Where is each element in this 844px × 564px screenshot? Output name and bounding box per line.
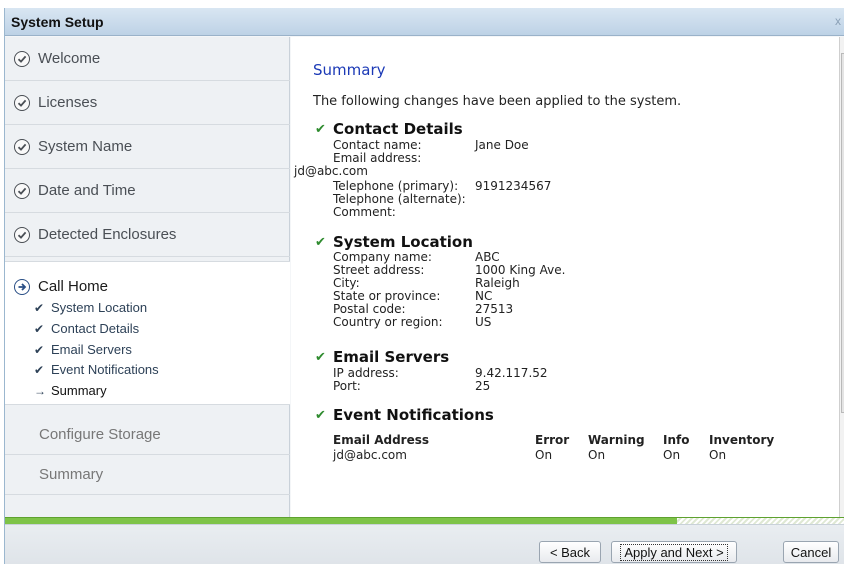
check-icon: ✔ bbox=[34, 362, 45, 377]
step-system-name[interactable]: System Name bbox=[5, 125, 290, 169]
notif-info-cell: On bbox=[663, 448, 681, 462]
check-circle-icon bbox=[14, 182, 30, 199]
step-label: Configure Storage bbox=[39, 426, 161, 443]
country-label: Country or region: bbox=[333, 315, 443, 329]
check-icon: ✔ bbox=[315, 407, 326, 423]
telephone-primary-label: Telephone (primary): bbox=[333, 179, 459, 193]
page-title: Summary bbox=[313, 61, 386, 79]
col-info: Info bbox=[663, 433, 690, 447]
substep-summary[interactable]: → Summary bbox=[34, 383, 107, 398]
apply-and-next-label: Apply and Next > bbox=[620, 543, 728, 561]
section-heading: System Location bbox=[333, 233, 473, 251]
col-inventory: Inventory bbox=[709, 433, 775, 447]
comment-label: Comment: bbox=[333, 205, 396, 219]
call-home-header[interactable]: Call Home bbox=[14, 278, 108, 295]
apply-and-next-button[interactable]: Apply and Next > bbox=[611, 541, 737, 563]
substep-label: Event Notifications bbox=[51, 362, 159, 377]
email-address-value: jd@abc.com bbox=[294, 164, 368, 178]
company-name-label: Company name: bbox=[333, 250, 432, 264]
telephone-primary-value: 9191234567 bbox=[475, 179, 552, 193]
notif-email-cell: jd@abc.com bbox=[333, 448, 407, 462]
check-circle-icon bbox=[14, 94, 30, 111]
step-label: Detected Enclosures bbox=[38, 226, 177, 243]
company-name-value: ABC bbox=[475, 250, 500, 264]
street-address-label: Street address: bbox=[333, 263, 425, 277]
check-icon: ✔ bbox=[34, 342, 45, 357]
col-error: Error bbox=[535, 433, 570, 447]
section-contact-details: ✔ Contact Details bbox=[315, 120, 463, 138]
check-icon: ✔ bbox=[315, 349, 326, 365]
vertical-scrollbar[interactable] bbox=[839, 37, 844, 517]
check-circle-icon bbox=[14, 138, 30, 155]
section-heading: Contact Details bbox=[333, 120, 463, 138]
email-address-label: Email address: bbox=[333, 151, 422, 165]
system-setup-window: System Setup x Welcome Licenses System N… bbox=[4, 8, 844, 564]
wizard-footer: < Back Apply and Next > Cancel bbox=[5, 524, 844, 564]
substep-contact-details[interactable]: ✔ Contact Details bbox=[34, 321, 139, 336]
step-licenses[interactable]: Licenses bbox=[5, 81, 290, 125]
back-button[interactable]: < Back bbox=[539, 541, 601, 563]
postal-code-value: 27513 bbox=[475, 302, 514, 316]
check-icon: ✔ bbox=[34, 321, 45, 336]
progress-bar bbox=[5, 517, 844, 525]
substep-label: Summary bbox=[51, 383, 107, 398]
port-label: Port: bbox=[333, 379, 361, 393]
step-detected-enclosures[interactable]: Detected Enclosures bbox=[5, 213, 290, 257]
step-label: Call Home bbox=[38, 278, 109, 295]
col-warning: Warning bbox=[588, 433, 645, 447]
telephone-alternate-label: Telephone (alternate): bbox=[333, 192, 466, 206]
substep-label: Contact Details bbox=[51, 321, 140, 336]
section-event-notifications: ✔ Event Notifications bbox=[315, 406, 494, 424]
check-circle-icon bbox=[14, 226, 30, 243]
step-label: Welcome bbox=[38, 50, 101, 67]
step-label: Summary bbox=[39, 466, 104, 483]
substep-label: Email Servers bbox=[51, 342, 132, 357]
section-heading: Email Servers bbox=[333, 348, 450, 366]
cancel-button[interactable]: Cancel bbox=[783, 541, 839, 563]
state-value: NC bbox=[475, 289, 493, 303]
port-value: 25 bbox=[475, 379, 491, 393]
section-heading: Event Notifications bbox=[333, 406, 494, 424]
step-label: Licenses bbox=[38, 94, 98, 111]
city-label: City: bbox=[333, 276, 360, 290]
ip-address-value: 9.42.117.52 bbox=[475, 366, 548, 380]
step-welcome[interactable]: Welcome bbox=[5, 37, 290, 81]
check-icon: ✔ bbox=[34, 300, 45, 315]
city-value: Raleigh bbox=[475, 276, 520, 290]
check-icon: ✔ bbox=[315, 121, 326, 137]
section-email-servers: ✔ Email Servers bbox=[315, 348, 449, 366]
substep-system-location[interactable]: ✔ System Location bbox=[34, 300, 147, 315]
notif-error-cell: On bbox=[535, 448, 553, 462]
step-label: System Name bbox=[38, 138, 133, 155]
postal-code-label: Postal code: bbox=[333, 302, 406, 316]
window-title: System Setup bbox=[11, 14, 104, 30]
col-email-address: Email Address bbox=[333, 433, 430, 447]
ip-address-label: IP address: bbox=[333, 366, 399, 380]
wizard-step-list: Welcome Licenses System Name Date and Ti… bbox=[5, 37, 290, 517]
arrow-circle-icon bbox=[14, 278, 30, 295]
check-circle-icon bbox=[14, 50, 30, 67]
notif-inventory-cell: On bbox=[709, 448, 727, 462]
summary-panel: Summary The following changes have been … bbox=[291, 37, 839, 517]
step-call-home: Call Home ✔ System Location ✔ Contact De… bbox=[5, 261, 290, 405]
title-bar: System Setup x bbox=[5, 8, 844, 36]
substep-event-notifications[interactable]: ✔ Event Notifications bbox=[34, 362, 159, 377]
section-system-location: ✔ System Location bbox=[315, 233, 473, 251]
state-label: State or province: bbox=[333, 289, 441, 303]
contact-name-value: Jane Doe bbox=[475, 138, 529, 152]
step-date-and-time[interactable]: Date and Time bbox=[5, 169, 290, 213]
close-icon[interactable]: x bbox=[835, 14, 844, 28]
intro-text: The following changes have been applied … bbox=[313, 94, 682, 109]
street-address-value: 1000 King Ave. bbox=[475, 263, 566, 277]
step-summary[interactable]: Summary bbox=[5, 455, 290, 495]
contact-name-label: Contact name: bbox=[333, 138, 422, 152]
country-value: US bbox=[475, 315, 492, 329]
notif-warning-cell: On bbox=[588, 448, 606, 462]
check-icon: ✔ bbox=[315, 234, 326, 250]
substep-email-servers[interactable]: ✔ Email Servers bbox=[34, 342, 132, 357]
step-label: Date and Time bbox=[38, 182, 136, 199]
arrow-right-icon: → bbox=[34, 383, 46, 398]
step-configure-storage[interactable]: Configure Storage bbox=[5, 415, 290, 455]
substep-label: System Location bbox=[51, 300, 148, 315]
